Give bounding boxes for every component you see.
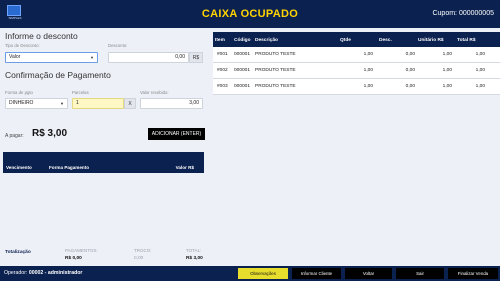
grand-total-label: TOTAL:: [186, 248, 202, 253]
back-button[interactable]: Voltar: [345, 268, 392, 279]
received-amount-input[interactable]: 3,00: [140, 98, 203, 109]
observations-button[interactable]: Observações: [238, 268, 288, 279]
col-description: Descrição: [255, 38, 278, 43]
col-unit-price: Unitário R$: [418, 38, 444, 43]
installments-input[interactable]: 1: [72, 98, 124, 109]
coupon-number: Cupom: 000000005: [432, 10, 494, 17]
items-table-header: Item Código Descrição Qtde Desc. Unitári…: [213, 32, 500, 47]
col-total: Total R$: [457, 38, 476, 43]
register-status: CAIXA OCUPADO: [201, 8, 299, 20]
discount-type-label: Tipo de Desconto:: [5, 43, 40, 48]
payment-method-label: Forma de pgto: [5, 90, 33, 95]
top-bar: SIMPLES CAIXA OCUPADO Cupom: 000000005: [0, 0, 500, 28]
col-item: Item: [215, 38, 225, 43]
col-code: Código: [234, 38, 251, 43]
discount-type-select[interactable]: Valor ▼: [5, 52, 98, 63]
chevron-down-icon: ▼: [60, 101, 64, 106]
col-payment-method: Forma Pagamento: [49, 165, 90, 170]
table-row[interactable]: #003 000001 PRODUTO TESTE 1,00 0,00 1,00…: [213, 79, 500, 95]
change-value: 0,00: [134, 256, 144, 261]
change-label: TROCO:: [134, 248, 152, 253]
payments-table-header: Vencimento Forma Pagamento Valor R$: [3, 152, 204, 173]
discount-title: Informe o desconto: [5, 31, 78, 41]
table-row[interactable]: #002 000001 PRODUTO TESTE 1,00 0,00 1,00…: [213, 63, 500, 79]
installments-label: Parcelas: [72, 90, 89, 95]
received-amount-label: Valor recebido:: [140, 90, 169, 95]
operator-info: Operador: 00002 - administrador: [4, 270, 83, 276]
to-pay-label: A pagar:: [5, 133, 24, 139]
payments-total-label: PAGAMENTOS:: [65, 248, 98, 253]
exit-button[interactable]: Sair: [396, 268, 444, 279]
clear-installments-button[interactable]: X: [124, 98, 136, 109]
bottom-bar: Operador: 00002 - administrador Observaç…: [0, 266, 500, 281]
inform-customer-button[interactable]: Informar Cliente: [292, 268, 341, 279]
table-row[interactable]: #001 000001 PRODUTO TESTE 1,00 0,00 1,00…: [213, 47, 500, 63]
add-payment-button[interactable]: ADICIONAR (ENTER): [148, 128, 205, 140]
discount-amount-label: Desconto:: [108, 43, 128, 48]
payments-total-value: R$ 0,00: [65, 256, 82, 261]
totals-label: Totalização: [5, 250, 31, 255]
col-amount: Valor R$: [175, 165, 194, 170]
finish-sale-button[interactable]: Finalizar Venda: [448, 268, 498, 279]
col-discount: Desc.: [379, 38, 392, 43]
currency-suffix: R$: [189, 52, 203, 63]
grand-total-value: R$ 3,00: [186, 256, 203, 261]
discount-amount-input[interactable]: 0,00: [108, 52, 189, 63]
col-quantity: Qtde: [340, 38, 351, 43]
payment-method-select[interactable]: DINHEIRO ▼: [5, 98, 68, 109]
to-pay-value: R$ 3,00: [32, 128, 68, 139]
chevron-down-icon: ▼: [90, 55, 94, 60]
payment-title: Confirmação de Pagamento: [5, 70, 111, 80]
col-due-date: Vencimento: [6, 165, 32, 170]
